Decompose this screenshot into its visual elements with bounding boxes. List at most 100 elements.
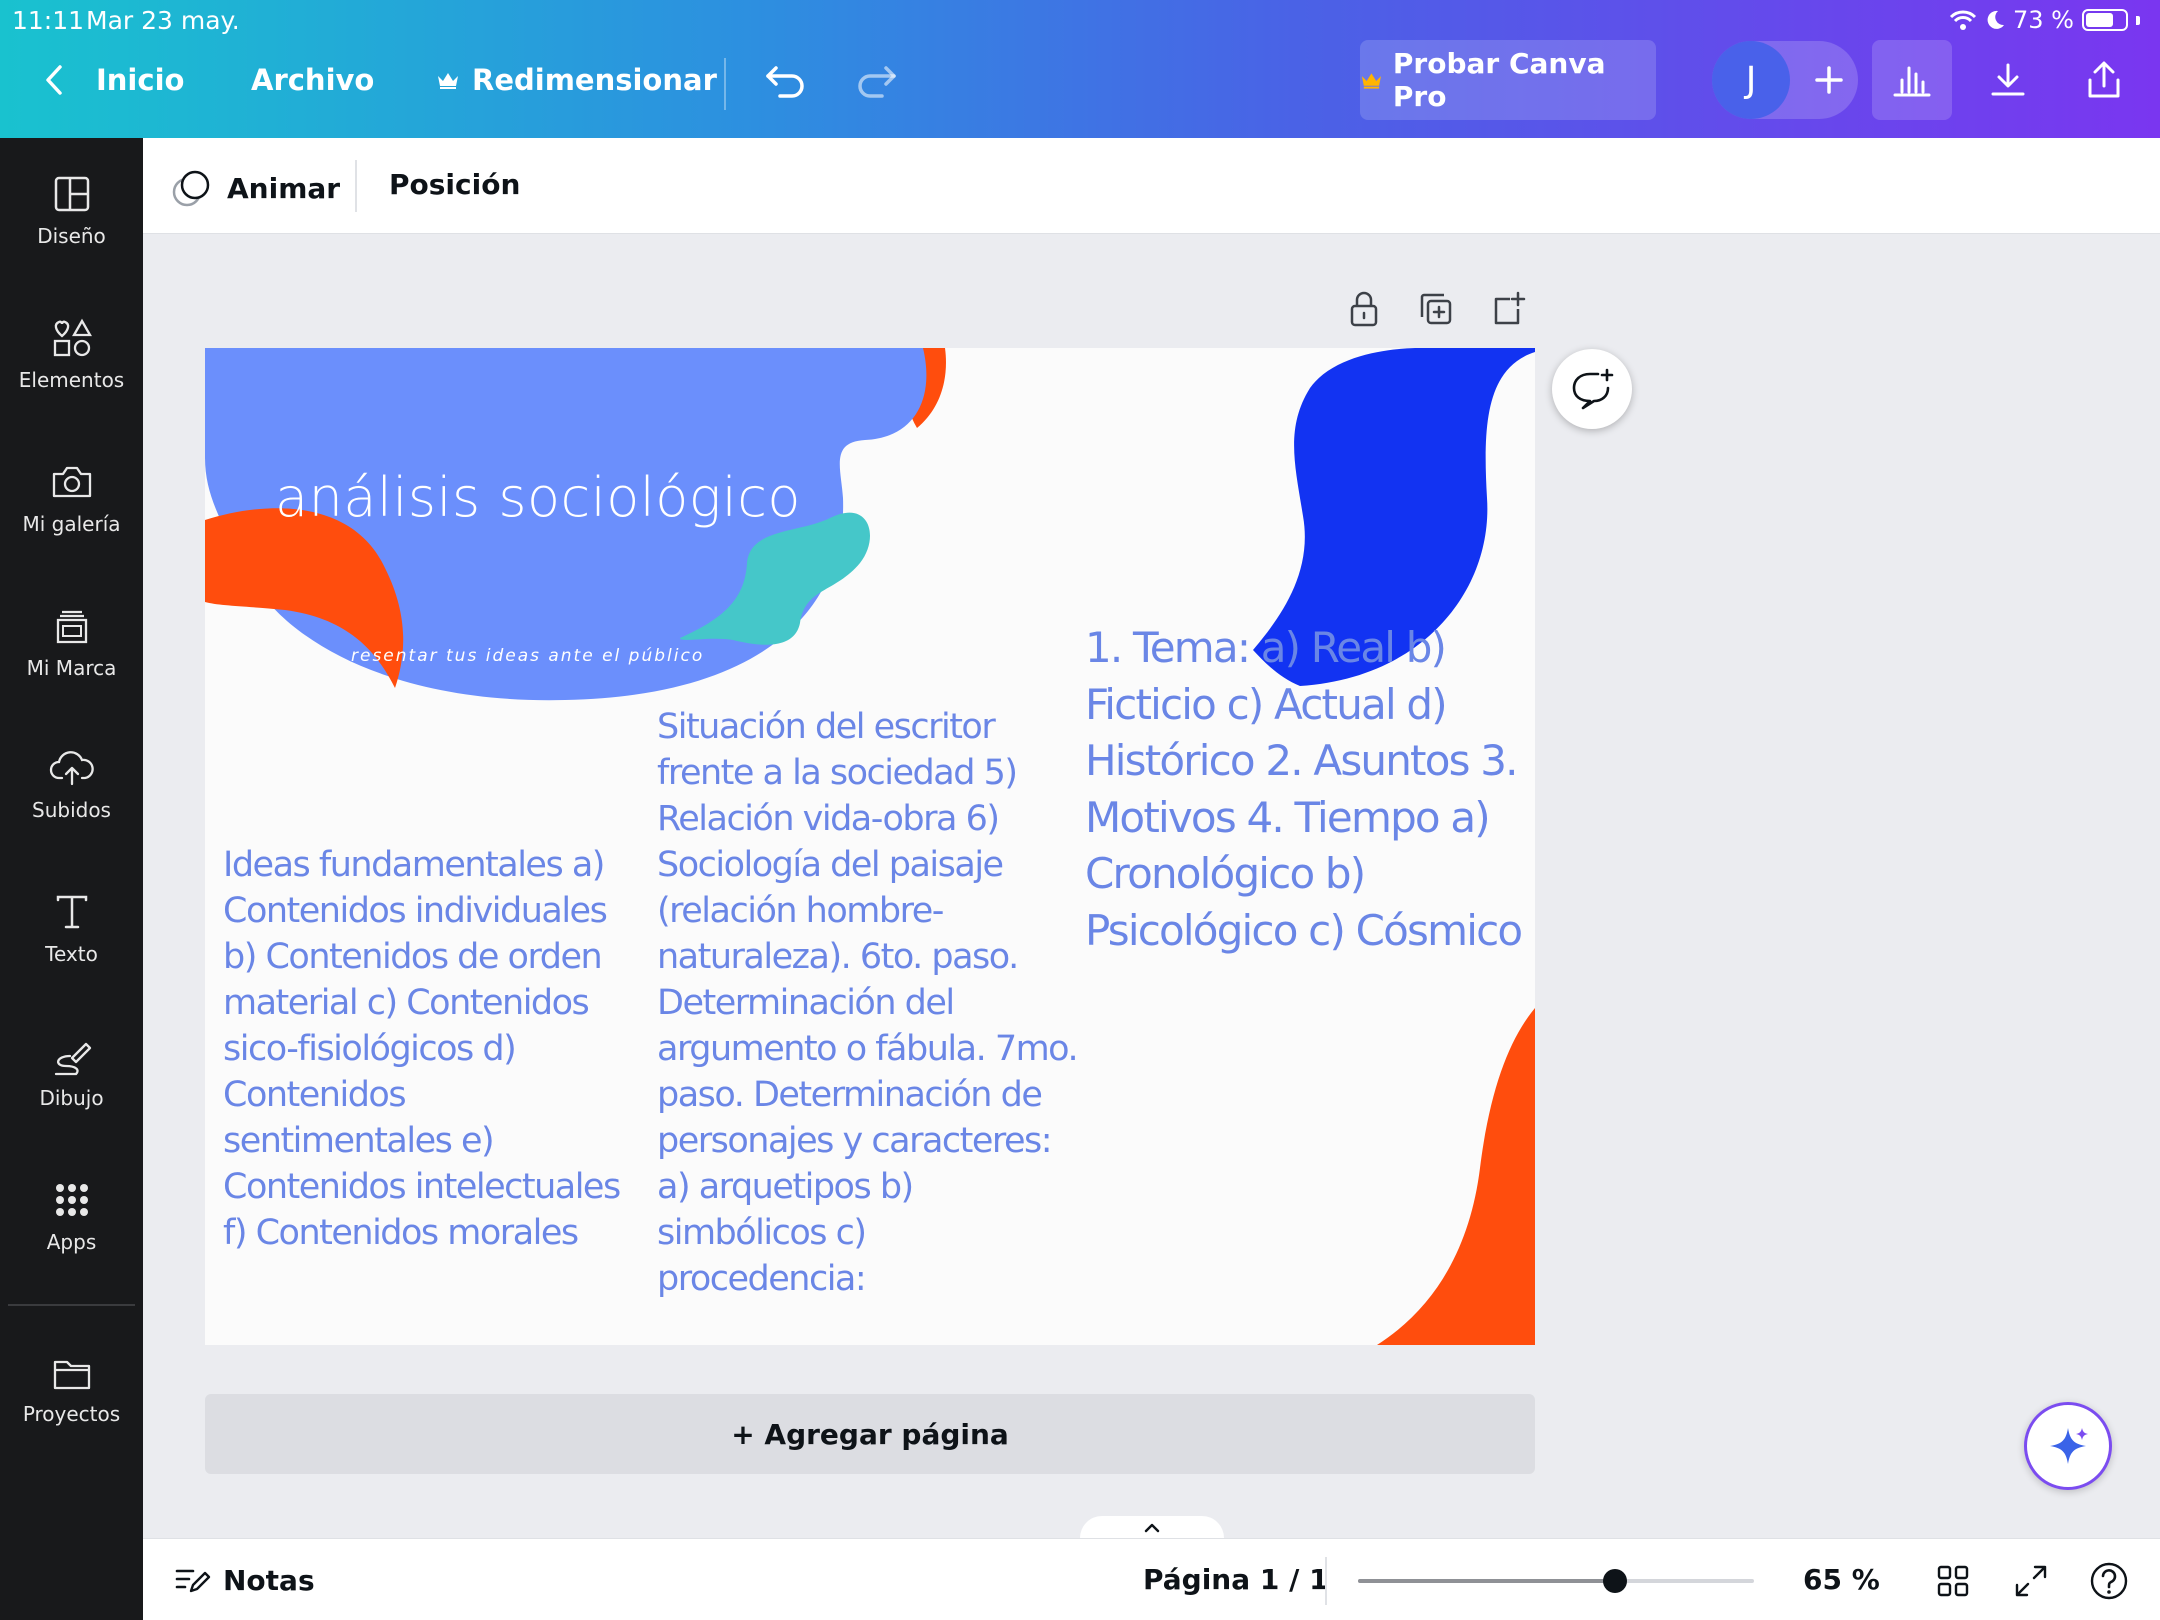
sidebar-item-label: Apps — [46, 1230, 97, 1254]
status-time: 11:11 — [12, 6, 85, 35]
grid-view-icon — [1937, 1565, 1969, 1597]
design-canvas[interactable]: análisis sociológico resentar tus ideas … — [205, 348, 1535, 1345]
sidebar-item-elements[interactable]: Elementos — [0, 318, 143, 392]
insights-button[interactable] — [1872, 40, 1952, 120]
notes-icon — [175, 1569, 211, 1593]
resize-label: Redimensionar — [472, 63, 717, 97]
sidebar: Diseño Elementos Mi galería Mi Marca Sub… — [0, 138, 143, 1620]
sidebar-item-gallery[interactable]: Mi galería — [0, 462, 143, 536]
sidebar-item-projects[interactable]: Proyectos — [0, 1354, 143, 1426]
sidebar-item-label: Dibujo — [39, 1086, 104, 1110]
shapes-icon — [53, 318, 92, 357]
sidebar-item-draw[interactable]: Dibujo — [0, 1036, 143, 1110]
status-date: Mar 23 may. — [86, 6, 240, 35]
sidebar-item-label: Diseño — [37, 224, 106, 248]
zoom-slider[interactable] — [1358, 1569, 1754, 1593]
redo-icon — [858, 66, 896, 98]
sparkle-icon — [2050, 1428, 2088, 1464]
bar-chart-icon — [1893, 66, 1931, 97]
notes-label: Notas — [223, 1563, 315, 1597]
sidebar-item-uploads[interactable]: Subidos — [0, 748, 143, 822]
text-block-ideas[interactable]: Ideas fundamentales a) Contenidos indivi… — [223, 842, 643, 1256]
back-button[interactable]: Inicio — [42, 58, 184, 102]
crown-icon — [438, 73, 458, 89]
add-comment-button[interactable] — [1552, 349, 1632, 429]
text-block-theme[interactable]: 1. Tema: a) Real b) Ficticio c) Actual d… — [1085, 620, 1525, 959]
footer-bar: Notas Página 1 / 1 65 % — [143, 1538, 2160, 1620]
slide-subtitle[interactable]: resentar tus ideas ante el público — [351, 646, 704, 666]
apps-grid-icon — [55, 1184, 88, 1216]
download-button[interactable] — [1968, 40, 2048, 120]
status-right: 73 % — [1949, 6, 2140, 34]
undo-icon — [766, 66, 804, 98]
add-page-icon — [1494, 291, 1526, 325]
animate-button[interactable]: Animar — [171, 168, 340, 208]
battery-tip — [2136, 15, 2140, 25]
context-toolbar: Animar Posición — [143, 138, 2160, 234]
try-pro-label: Probar Canva Pro — [1392, 47, 1606, 113]
sidebar-item-label: Subidos — [32, 798, 111, 822]
download-icon — [1991, 63, 2025, 96]
file-label: Archivo — [251, 63, 375, 97]
wifi-icon — [1949, 10, 1977, 30]
text-icon — [56, 895, 87, 929]
zoom-level[interactable]: 65 % — [1803, 1563, 1880, 1596]
sidebar-item-label: Proyectos — [22, 1402, 121, 1426]
add-collaborator-button[interactable] — [1804, 53, 1854, 107]
share-button[interactable] — [2064, 40, 2144, 120]
moon-icon — [1987, 10, 2005, 29]
duplicate-page-button[interactable] — [1415, 288, 1457, 330]
text-block-situation[interactable]: Situación del escritor frente a la socie… — [657, 704, 1082, 1302]
fullscreen-button[interactable] — [2009, 1559, 2053, 1603]
sidebar-item-design[interactable]: Diseño — [0, 174, 143, 248]
sidebar-item-apps[interactable]: Apps — [0, 1180, 143, 1254]
sidebar-item-text[interactable]: Texto — [0, 892, 143, 966]
try-pro-button[interactable]: Probar Canva Pro — [1360, 40, 1656, 120]
draw-icon — [54, 1042, 91, 1076]
avatar[interactable]: J — [1712, 41, 1790, 119]
duplicate-icon — [1420, 293, 1452, 325]
battery-percent: 73 % — [2013, 6, 2074, 34]
sidebar-item-label: Mi galería — [22, 512, 121, 536]
crown-icon — [1361, 73, 1381, 89]
animate-label: Animar — [227, 171, 341, 205]
layout-icon — [54, 176, 89, 212]
expand-icon — [2015, 1565, 2047, 1597]
lock-page-button[interactable] — [1343, 288, 1385, 330]
share-icon — [2088, 61, 2120, 98]
notes-button[interactable]: Notas — [173, 1563, 315, 1597]
collaborators-group: J — [1712, 41, 1858, 119]
magic-assistant-button[interactable] — [2024, 1402, 2112, 1490]
toolbar-divider — [355, 160, 357, 212]
help-button[interactable] — [2087, 1559, 2131, 1603]
page-indicator[interactable]: Página 1 / 1 — [1143, 1563, 1329, 1596]
sidebar-item-label: Elementos — [18, 368, 125, 392]
undo-button[interactable] — [764, 58, 806, 102]
add-page-icon-button[interactable] — [1487, 288, 1529, 330]
file-menu-button[interactable]: Archivo — [251, 58, 374, 102]
sidebar-item-label: Texto — [45, 942, 98, 966]
top-bar: 11:11 Mar 23 may. 73 % Inicio Archivo Re… — [0, 0, 2160, 138]
sidebar-item-label: Mi Marca — [26, 656, 117, 680]
add-page-button[interactable]: + Agregar página — [205, 1394, 1535, 1474]
camera-icon — [52, 466, 91, 498]
position-label: Posición — [389, 168, 521, 201]
footer-expand-tab[interactable] — [1080, 1516, 1224, 1540]
cloud-upload-icon — [49, 751, 94, 786]
help-icon — [2090, 1562, 2128, 1600]
zoom-slider-fill — [1358, 1579, 1616, 1583]
brand-icon — [56, 610, 87, 644]
footer-divider — [1325, 1557, 1327, 1605]
slide-title[interactable]: análisis sociológico — [275, 466, 801, 529]
lock-icon — [1350, 291, 1378, 327]
zoom-slider-thumb[interactable] — [1603, 1569, 1628, 1593]
folder-icon — [53, 1360, 90, 1390]
topbar-divider — [724, 58, 726, 110]
grid-view-button[interactable] — [1931, 1559, 1975, 1603]
position-button[interactable]: Posición — [389, 168, 520, 201]
chevron-up-icon — [1144, 1523, 1160, 1533]
sidebar-item-brand[interactable]: Mi Marca — [0, 604, 143, 680]
resize-button[interactable]: Redimensionar — [436, 58, 717, 102]
redo-button[interactable] — [856, 58, 898, 102]
animate-icon — [172, 170, 210, 207]
